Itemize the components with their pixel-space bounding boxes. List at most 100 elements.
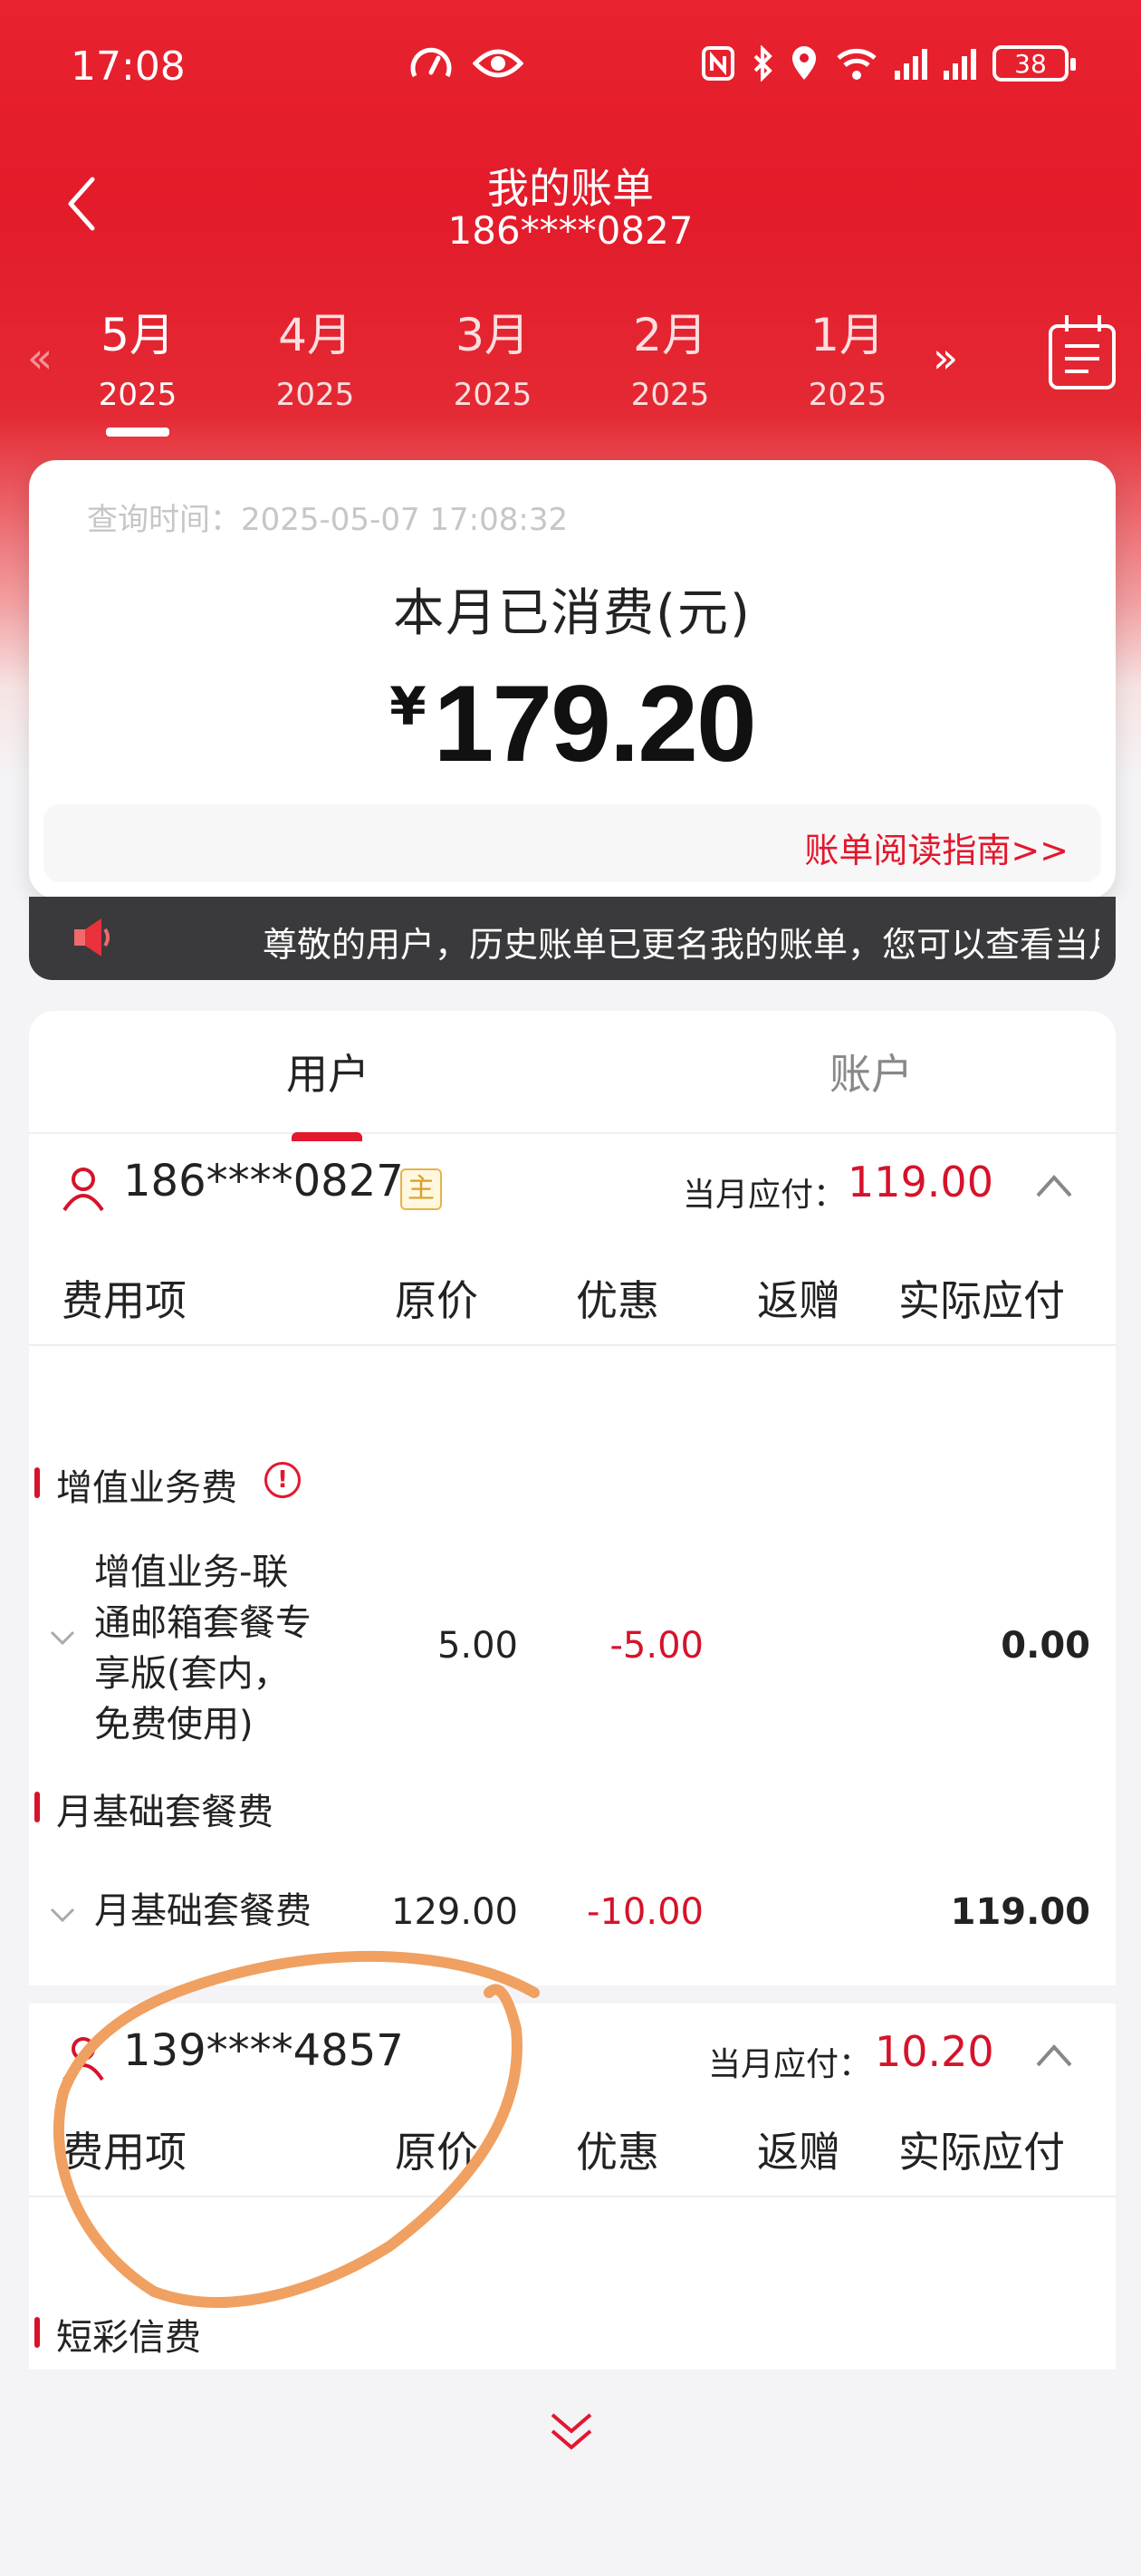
month-label: 5月	[101, 309, 175, 361]
category-label: 增值业务费	[34, 1458, 237, 1511]
actual-payable: 119.00	[950, 1891, 1090, 1933]
actual-payable: 0.00	[1001, 1625, 1090, 1667]
status-time: 17:08	[71, 43, 186, 90]
prev-months-button[interactable]: «	[27, 333, 53, 382]
due-value: 10.20	[875, 2027, 994, 2076]
user-header[interactable]: 139****4857 当月应付： 10.20	[29, 2004, 1116, 2112]
chevron-down-icon	[50, 1908, 75, 1923]
fee-name-line: 通邮箱套餐专	[94, 1602, 312, 1644]
eye-icon	[473, 49, 523, 78]
original-price: 129.00	[391, 1891, 518, 1933]
section-divider	[29, 1985, 1116, 2004]
spent-amount: ¥179.20	[29, 661, 1116, 786]
query-time: 查询时间：2025-05-07 17:08:32	[87, 502, 569, 538]
month-label: 4月	[278, 309, 352, 361]
tab-user[interactable]: 用户	[192, 1042, 464, 1141]
status-icons-right: 38	[701, 45, 1076, 82]
col-rebate: 返赠	[757, 2128, 840, 2177]
bill-detail-card: 用户 账户 186****0827 主 当月应付： 119.00 费用项 原价 …	[29, 1011, 1116, 2369]
nav-header: 我的账单 186****0827	[0, 145, 1141, 263]
fee-row[interactable]: 月基础套餐费 129.00 -10.00 119.00	[29, 1886, 1116, 1949]
page-title: 我的账单	[487, 164, 654, 213]
status-bar: 17:08 38	[0, 0, 1141, 136]
user-icon	[62, 1168, 104, 1212]
notice-bar[interactable]: 尊敬的用户，历史账单已更名我的账单，您可以查看当月	[29, 897, 1116, 980]
original-price: 5.00	[436, 1625, 518, 1667]
expand-more-icon[interactable]	[547, 2409, 596, 2455]
col-rebate: 返赠	[757, 1276, 840, 1325]
user-phone: 186****0827	[123, 1156, 404, 1206]
table-header: 费用项 原价 优惠 返赠 实际应付	[29, 1246, 1116, 1346]
category-label: 短彩信费	[34, 2308, 201, 2360]
category-name: 增值业务费	[56, 1467, 237, 1509]
month-year: 2025	[275, 377, 355, 413]
fee-name-line: 增值业务-联	[94, 1552, 289, 1593]
user-header[interactable]: 186****0827 主 当月应付： 119.00	[29, 1134, 1116, 1243]
calendar-icon[interactable]	[1049, 315, 1116, 389]
discount: -5.00	[609, 1625, 705, 1667]
bill-guide-link[interactable]: 账单阅读指南>>	[804, 822, 1069, 872]
col-fee-item: 费用项	[62, 1276, 187, 1325]
fee-row[interactable]: 增值业务-联 通邮箱套餐专 享版(套内， 免费使用) 5.00 -5.00 0.…	[29, 1547, 1116, 1745]
user-icon	[62, 2037, 104, 2081]
status-icons-left	[409, 45, 523, 82]
month-tab-may[interactable]: 5月 2025	[65, 299, 210, 437]
notice-text: 尊敬的用户，历史账单已更名我的账单，您可以查看当月	[263, 925, 1099, 965]
col-actual-payable: 实际应付	[898, 2128, 1065, 2177]
category-name: 月基础套餐费	[56, 1792, 273, 1833]
month-tab-february[interactable]: 2月 2025	[598, 299, 743, 413]
info-icon[interactable]: !	[264, 1462, 301, 1498]
col-original-price: 原价	[395, 1276, 478, 1325]
signal-icon	[895, 47, 927, 80]
month-label: 3月	[455, 309, 530, 361]
month-year: 2025	[453, 377, 532, 413]
chevron-up-icon[interactable]	[1034, 1172, 1074, 1199]
tab-account[interactable]: 账户	[735, 1042, 1007, 1101]
primary-badge: 主	[400, 1168, 442, 1210]
discount: -10.00	[587, 1891, 704, 1933]
speaker-icon	[74, 918, 110, 956]
month-year: 2025	[98, 377, 177, 413]
location-icon	[792, 46, 816, 80]
col-actual-payable: 实际应付	[898, 1276, 1065, 1325]
chevron-down-icon	[50, 1630, 75, 1646]
category-label: 月基础套餐费	[34, 1783, 273, 1835]
next-months-button[interactable]: »	[933, 333, 958, 382]
due-label: 当月应付：	[708, 2046, 872, 2083]
due-label: 当月应付：	[683, 1177, 847, 1214]
fee-name-line: 享版(套内，	[94, 1653, 290, 1695]
user-phone: 139****4857	[123, 2025, 404, 2076]
nfc-icon	[702, 46, 734, 81]
month-tab-january[interactable]: 1月 2025	[775, 299, 920, 413]
table-header: 费用项 原价 优惠 返赠 实际应付	[29, 2098, 1116, 2197]
month-label: 1月	[810, 309, 885, 361]
month-year: 2025	[630, 377, 710, 413]
category-name: 短彩信费	[56, 2317, 201, 2359]
chevron-up-icon[interactable]	[1034, 2042, 1074, 2069]
battery-icon: 38	[992, 45, 1076, 82]
battery-level: 38	[1014, 48, 1047, 79]
col-original-price: 原价	[395, 2128, 478, 2177]
currency-symbol: ¥	[389, 676, 427, 737]
due-value: 119.00	[848, 1158, 993, 1206]
month-tab-april[interactable]: 4月 2025	[243, 299, 388, 413]
col-discount: 优惠	[576, 2128, 659, 2177]
fee-name: 增值业务-联 通邮箱套餐专 享版(套内， 免费使用)	[94, 1547, 312, 1750]
month-label: 2月	[633, 309, 707, 361]
speedometer-icon	[410, 47, 452, 78]
col-fee-item: 费用项	[62, 2128, 187, 2177]
col-discount: 优惠	[576, 1276, 659, 1325]
fee-name-line: 免费使用)	[94, 1704, 254, 1745]
spent-value: 179.20	[433, 663, 757, 784]
month-tab-march[interactable]: 3月 2025	[420, 299, 565, 413]
month-year: 2025	[808, 377, 887, 413]
wifi-icon	[837, 48, 877, 80]
bluetooth-icon	[753, 45, 772, 82]
guide-row: 账单阅读指南>>	[43, 804, 1101, 882]
summary-card: 查询时间：2025-05-07 17:08:32 本月已消费(元) ¥179.2…	[29, 460, 1116, 899]
tab-bar: 用户 账户	[29, 1011, 1116, 1141]
page-subtitle: 186****0827	[447, 208, 694, 253]
spent-label: 本月已消费(元)	[393, 584, 752, 643]
signal-icon	[944, 47, 976, 80]
fee-name: 月基础套餐费	[94, 1890, 312, 1932]
